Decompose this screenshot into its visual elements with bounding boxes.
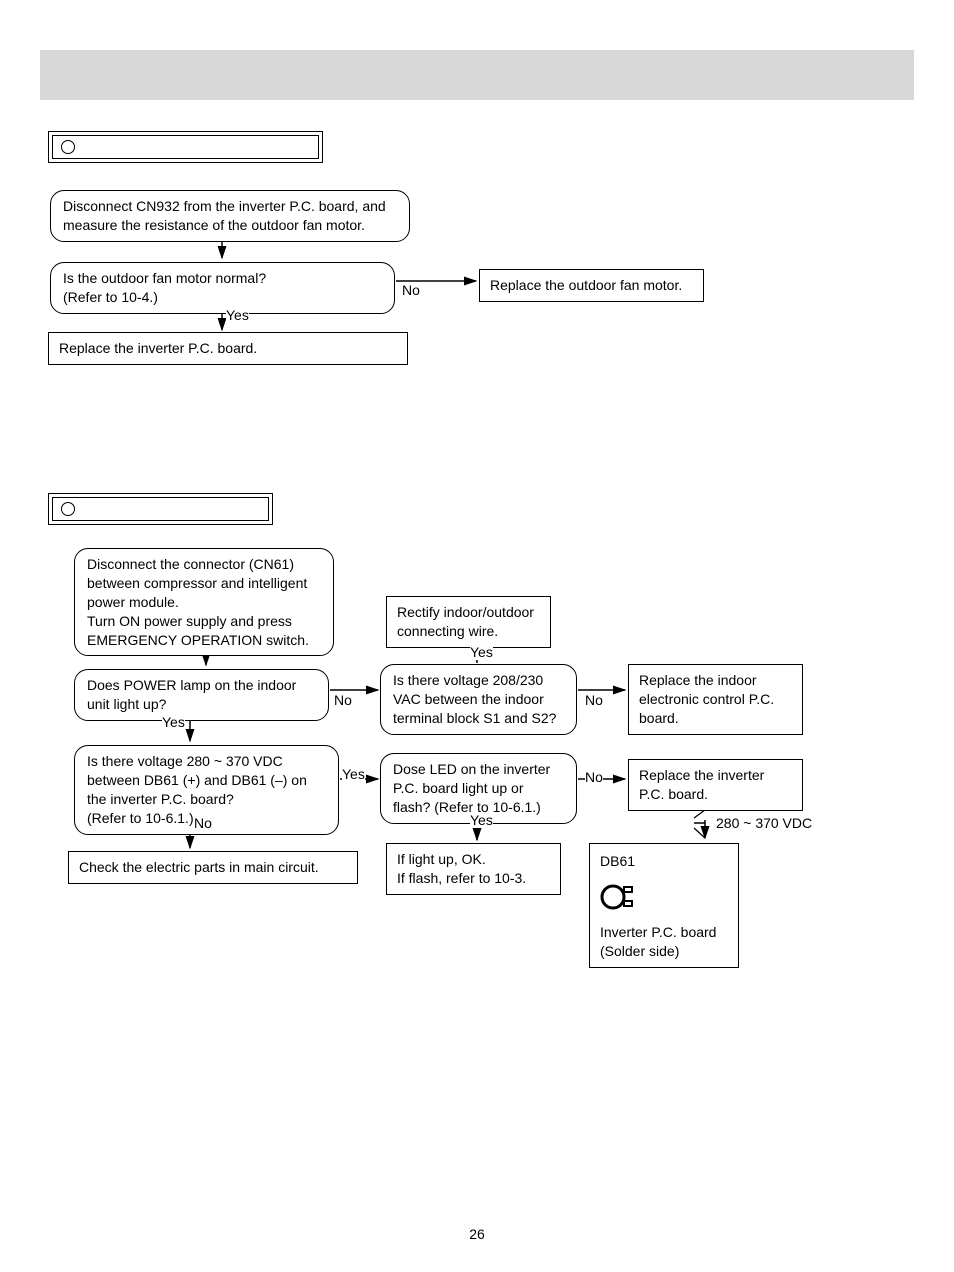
text: If light up, OK. If flash, refer to 10-3…: [397, 851, 526, 886]
flow1-action-no: Replace the outdoor fan motor.: [479, 269, 704, 302]
label-yes: Yes: [342, 766, 365, 782]
label-no: No: [585, 769, 603, 785]
label-yes: Yes: [470, 812, 493, 828]
flow2-replace-indoor: Replace the indoor electronic control P.…: [628, 664, 803, 735]
text: Is the outdoor fan motor normal? (Refer …: [63, 270, 266, 305]
flowchart-2-title: [48, 493, 273, 525]
text: Check the electric parts in main circuit…: [79, 859, 319, 875]
label-no: No: [194, 815, 212, 831]
text: Replace the outdoor fan motor.: [490, 277, 682, 293]
page-number: 26: [0, 1226, 954, 1242]
flow1-step1: Disconnect CN932 from the inverter P.C. …: [50, 190, 410, 242]
text: Rectify indoor/outdoor connecting wire.: [397, 604, 534, 639]
flow2-check: Check the electric parts in main circuit…: [68, 851, 358, 884]
text: Disconnect CN932 from the inverter P.C. …: [63, 198, 386, 233]
label-yes: Yes: [226, 307, 249, 323]
db61-component-icon: [600, 875, 640, 917]
flow2-rectify: Rectify indoor/outdoor connecting wire.: [386, 596, 551, 648]
vdc-label: 280 ~ 370 VDC: [716, 815, 812, 831]
flow1-action-yes: Replace the inverter P.C. board.: [48, 332, 408, 365]
flowchart-1-title: [48, 131, 323, 163]
circle-icon: [61, 502, 75, 516]
text: Replace the indoor electronic control P.…: [639, 672, 774, 726]
flow2-dec-power: Does POWER lamp on the indoor unit light…: [74, 669, 329, 721]
text: Dose LED on the inverter P.C. board ligh…: [393, 761, 550, 815]
circle-icon: [61, 140, 75, 154]
db61-block: DB61 Inverter P.C. board (Solder side): [589, 843, 739, 968]
db61-label: DB61: [600, 852, 728, 871]
flow2-replace-inverter: Replace the inverter P.C. board.: [628, 759, 803, 811]
label-no: No: [402, 282, 420, 298]
flow2-dec-s1s2: Is there voltage 208/230 VAC between the…: [380, 664, 577, 735]
label-yes: Yes: [470, 644, 493, 660]
text: Is there voltage 208/230 VAC between the…: [393, 672, 556, 726]
flow1-decision1: Is the outdoor fan motor normal? (Refer …: [50, 262, 395, 314]
header-bar: [40, 50, 914, 100]
text: Does POWER lamp on the indoor unit light…: [87, 677, 296, 712]
flow2-light: If light up, OK. If flash, refer to 10-3…: [386, 843, 561, 895]
label-yes: Yes: [162, 714, 185, 730]
text: Replace the inverter P.C. board.: [639, 767, 764, 802]
label-no: No: [334, 692, 352, 708]
flow2-step1: Disconnect the connector (CN61) between …: [74, 548, 334, 656]
text: Disconnect the connector (CN61) between …: [87, 556, 309, 648]
text: Replace the inverter P.C. board.: [59, 340, 257, 356]
board-label-1: Inverter P.C. board: [600, 923, 728, 942]
board-label-2: (Solder side): [600, 942, 728, 961]
label-no: No: [585, 692, 603, 708]
